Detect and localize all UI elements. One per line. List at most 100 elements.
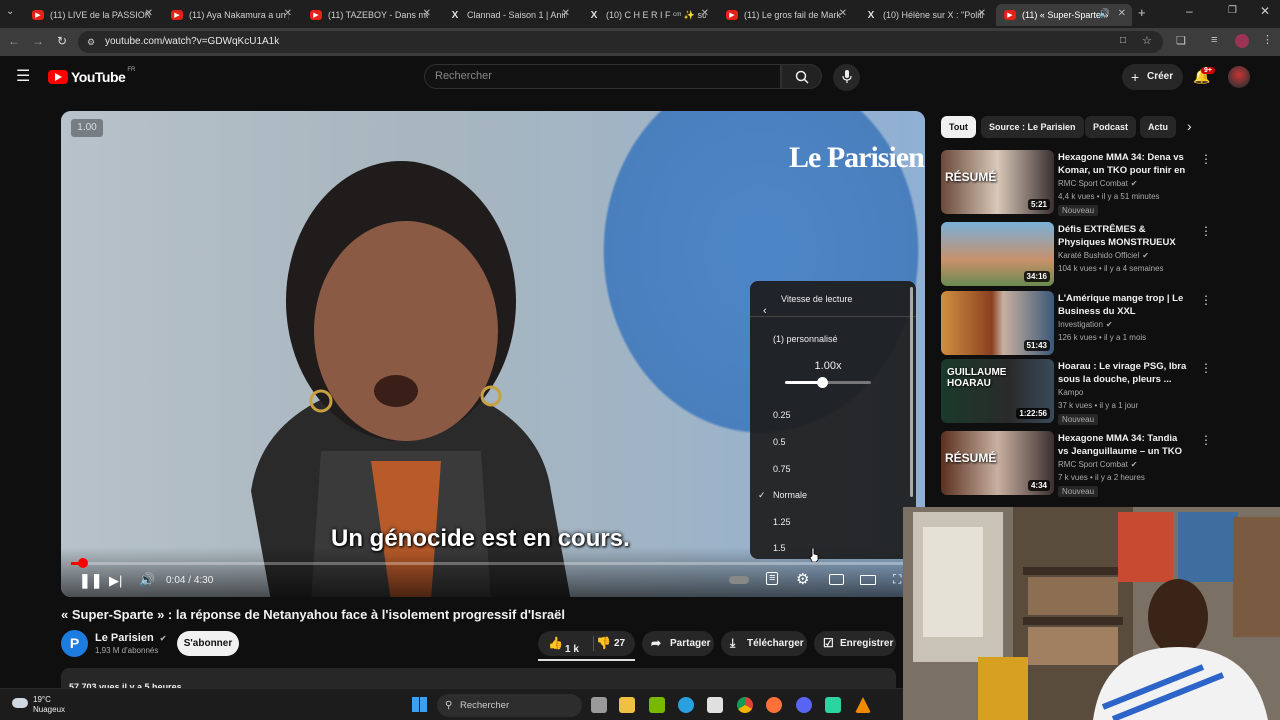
recommendation-channel[interactable]: RMC Sport Combat ✔ — [1058, 179, 1138, 188]
recommendation-item[interactable]: RÉSUMÉ 5:21 Hexagone MMA 34: Dena vs Komar… — [941, 150, 1219, 216]
autoplay-toggle[interactable] — [729, 576, 749, 584]
weather-widget[interactable]: 19°C Nuageux — [33, 695, 65, 715]
channel-name[interactable]: Le Parisien ✔ — [95, 632, 166, 644]
recommendation-item[interactable]: 51:43 L'Amérique mange trop | Le Business… — [941, 291, 1219, 355]
browser-tab[interactable]: ▶ (11) LIVE de la PASSION - ✕ — [24, 4, 159, 26]
windows-start-icon[interactable] — [412, 697, 427, 712]
edge-icon[interactable] — [678, 697, 694, 713]
url-field[interactable]: ⚙ youtube.com/watch?v=GDWqKcU1A1k — [78, 31, 1163, 53]
filter-chip[interactable]: Podcast — [1085, 116, 1137, 138]
recommendation-title[interactable]: Défis EXTRÊMES & Physiques MONSTRUEUX (F… — [1058, 223, 1188, 249]
chrome-icon[interactable] — [737, 697, 753, 713]
reading-list-icon[interactable]: ≡ — [1211, 34, 1217, 46]
menu-scrollbar[interactable] — [910, 287, 913, 497]
recommendation-item[interactable]: 34:16 Défis EXTRÊMES & Physiques MONSTRUE… — [941, 222, 1219, 286]
speed-option[interactable]: 0.5 — [750, 429, 910, 455]
theater-mode-icon[interactable] — [860, 575, 876, 585]
video-thumbnail[interactable]: RÉSUMÉ 4:34 — [941, 431, 1054, 495]
store-icon[interactable] — [707, 697, 723, 713]
tab-close-icon[interactable]: ✕ — [423, 8, 431, 19]
recommendation-item[interactable]: GUILLAUME HOARAU 1:22:56 Hoarau : Le virag… — [941, 359, 1219, 425]
file-explorer-icon[interactable] — [619, 697, 635, 713]
channel-avatar[interactable]: P — [61, 630, 88, 657]
speed-slider-knob[interactable] — [816, 377, 828, 388]
recommendation-channel[interactable]: Karaté Bushido Officiel ✔ — [1058, 251, 1149, 260]
video-thumbnail[interactable]: 51:43 — [941, 291, 1054, 355]
subscribe-button[interactable]: S'abonner — [177, 631, 239, 656]
speed-option[interactable]: 0.25 — [750, 402, 910, 428]
taskbar-search[interactable]: ⚲ Rechercher — [437, 694, 582, 717]
filter-chip[interactable]: Tout — [941, 116, 976, 138]
browser-tab[interactable]: ▶ (11) « Super-Sparte » 🔊 ✕ — [996, 4, 1132, 26]
recommendation-channel[interactable]: RMC Sport Combat ✔ — [1058, 460, 1138, 469]
chips-next-icon[interactable]: › — [1187, 118, 1192, 134]
volume-icon[interactable]: 🔊 — [139, 572, 155, 588]
recommendation-title[interactable]: L'Amérique mange trop | Le Business du X… — [1058, 292, 1188, 318]
search-button[interactable] — [781, 64, 822, 89]
speed-slider[interactable] — [785, 377, 871, 388]
browser-tab[interactable]: ▶ (11) Aya Nakamura a un p ✕ — [163, 4, 298, 26]
back-chevron-icon[interactable]: ‹ — [763, 293, 767, 329]
voice-search-button[interactable] — [833, 64, 860, 91]
recommendation-title[interactable]: Hexagone MMA 34: Dena vs Komar, un TKO p… — [1058, 151, 1188, 177]
browser-tab[interactable]: X (10) C H E R I F ᶜᵐ ✨ sur ✕ — [580, 4, 715, 26]
share-button[interactable]: ➦ Partager — [642, 631, 714, 656]
site-info-icon[interactable]: ⚙ — [87, 31, 95, 53]
firefox-icon[interactable] — [766, 697, 782, 713]
recommendation-channel[interactable]: Kampo — [1058, 388, 1083, 397]
tab-close-icon[interactable]: ✕ — [839, 8, 847, 19]
recommendation-title[interactable]: Hexagone MMA 34: Tandia vs Jeanguillaume… — [1058, 432, 1188, 458]
speed-option[interactable]: 0.75 — [750, 456, 910, 482]
progress-bar[interactable] — [71, 558, 903, 568]
more-options-icon[interactable]: ⋮ — [1200, 361, 1212, 375]
new-tab-button[interactable]: + — [1138, 5, 1146, 20]
download-button[interactable]: ⤓ Télécharger — [721, 631, 807, 656]
browser-tab[interactable]: ▶ (11) Le gros fail de Mark J ✕ — [718, 4, 853, 26]
speed-option[interactable]: ✓ Normale — [750, 482, 910, 508]
like-button[interactable]: 👍 1 k — [546, 631, 594, 656]
filter-chip[interactable]: Actu — [1140, 116, 1176, 138]
fullscreen-icon[interactable]: ⛶ — [893, 572, 901, 587]
subtitles-icon[interactable]: ≡ — [766, 572, 779, 585]
tab-close-icon[interactable]: ✕ — [145, 8, 153, 19]
video-thumbnail[interactable]: GUILLAUME HOARAU 1:22:56 — [941, 359, 1054, 423]
dislike-button[interactable]: 👎 27 — [596, 631, 634, 656]
task-view-icon[interactable] — [591, 697, 607, 713]
extensions-icon[interactable]: ❏ — [1176, 34, 1186, 47]
restore-icon[interactable]: ❐ — [1228, 5, 1237, 16]
more-options-icon[interactable]: ⋮ — [1200, 433, 1212, 447]
more-options-icon[interactable]: ⋮ — [1200, 224, 1212, 238]
reload-icon[interactable]: ↻ — [54, 34, 70, 48]
youtube-logo[interactable]: YouTube FR — [48, 67, 135, 86]
speed-option[interactable]: 1.5 — [750, 535, 910, 559]
back-icon[interactable]: ← — [6, 34, 22, 48]
speed-menu-header[interactable]: ‹ Vitesse de lecture — [750, 281, 916, 317]
browser-tab[interactable]: ▶ (11) TAZEBOY - Dans mes ✕ — [302, 4, 437, 26]
recommendation-item[interactable]: RÉSUMÉ 4:34 Hexagone MMA 34: Tandia vs Jea… — [941, 431, 1219, 497]
next-button[interactable]: ▶| — [109, 573, 122, 589]
tab-close-icon[interactable]: ✕ — [978, 8, 986, 19]
bookmark-star-icon[interactable]: ☆ — [1142, 34, 1152, 47]
vlc-icon[interactable] — [855, 697, 871, 713]
speed-option[interactable]: 1.25 — [750, 509, 910, 535]
recommendation-title[interactable]: Hoarau : Le virage PSG, Ibra sous la dou… — [1058, 360, 1188, 386]
close-window-icon[interactable]: ✕ — [1260, 4, 1270, 18]
browser-tab[interactable]: X Clannad - Saison 1 | Anim ✕ — [441, 4, 576, 26]
search-input[interactable]: Rechercher — [424, 64, 781, 89]
recommendation-channel[interactable]: Investigation ✔ — [1058, 320, 1113, 329]
install-app-icon[interactable]: □ — [1120, 35, 1126, 46]
browser-menu-icon[interactable]: ⋮ — [1262, 33, 1273, 46]
save-button[interactable]: ☑ Enregistrer — [814, 631, 896, 656]
video-thumbnail[interactable]: RÉSUMÉ 5:21 — [941, 150, 1054, 214]
nvidia-icon[interactable] — [649, 697, 665, 713]
profile-icon[interactable] — [1235, 34, 1249, 48]
tab-close-icon[interactable]: ✕ — [284, 8, 292, 19]
browser-tab[interactable]: X (10) Hélène sur X : "Politi ✕ — [857, 4, 992, 26]
video-thumbnail[interactable]: 34:16 — [941, 222, 1054, 286]
minimize-icon[interactable]: – — [1186, 4, 1193, 18]
tab-close-icon[interactable]: ✕ — [701, 8, 709, 19]
forward-icon[interactable]: → — [30, 34, 46, 48]
miniplayer-icon[interactable] — [829, 574, 844, 585]
discord-icon[interactable] — [796, 697, 812, 713]
create-button[interactable]: + Créer — [1122, 64, 1183, 90]
